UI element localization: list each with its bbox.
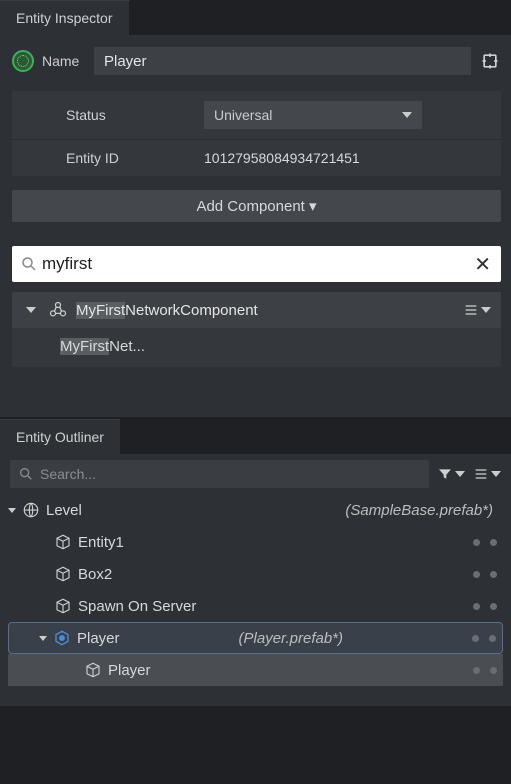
prefab-label: (Player.prefab*) bbox=[239, 630, 344, 647]
tree-item-label: Entity1 bbox=[78, 534, 124, 551]
status-value: Universal bbox=[214, 107, 272, 123]
entity-id-label: Entity ID bbox=[66, 150, 204, 166]
chevron-down-icon bbox=[26, 307, 36, 313]
outliner-menu-button[interactable] bbox=[473, 466, 501, 482]
add-component-button[interactable]: Add Component ▾ bbox=[12, 190, 501, 222]
component-search-input[interactable] bbox=[38, 254, 472, 274]
cube-icon bbox=[84, 661, 102, 679]
filter-button[interactable] bbox=[437, 466, 465, 482]
component-group: MyFirstNetworkComponent MyFirstNet... bbox=[12, 292, 501, 367]
outliner-search-input[interactable] bbox=[34, 466, 421, 482]
cube-icon bbox=[54, 533, 72, 551]
component-category-icon bbox=[48, 300, 68, 320]
cube-icon bbox=[54, 597, 72, 615]
status-label: Status bbox=[66, 107, 204, 123]
component-item[interactable]: MyFirstNet... bbox=[12, 328, 501, 367]
tree-item-label: Box2 bbox=[78, 566, 112, 583]
entity-id-value: 10127958084934721451 bbox=[204, 150, 483, 166]
tree-row[interactable]: Box2 bbox=[8, 558, 503, 590]
clear-search-button[interactable]: ✕ bbox=[472, 252, 493, 277]
globe-icon bbox=[22, 501, 40, 519]
component-group-menu-button[interactable] bbox=[463, 302, 491, 318]
chevron-down-icon[interactable] bbox=[8, 508, 16, 513]
component-group-header[interactable]: MyFirstNetworkComponent bbox=[12, 292, 501, 328]
chevron-down-icon bbox=[481, 307, 491, 313]
transform-icon[interactable] bbox=[479, 50, 501, 72]
entity-name-input[interactable] bbox=[94, 47, 471, 75]
name-label: Name bbox=[42, 53, 86, 69]
entity-properties: Status Universal Entity ID 1012795808493… bbox=[12, 91, 501, 176]
status-dropdown[interactable]: Universal bbox=[204, 101, 422, 129]
tree-row[interactable]: Level (SampleBase.prefab*) bbox=[8, 494, 503, 526]
outliner-search[interactable] bbox=[10, 460, 429, 488]
inspector-tab[interactable]: Entity Inspector bbox=[0, 0, 130, 35]
visibility-dots[interactable] bbox=[472, 635, 502, 642]
chevron-down-icon[interactable] bbox=[39, 636, 47, 641]
component-group-title: MyFirstNetworkComponent bbox=[76, 302, 455, 319]
tree-item-label: Level bbox=[46, 502, 82, 519]
entity-type-icon bbox=[12, 50, 34, 72]
tree-item-label: Player bbox=[77, 630, 120, 647]
tree-row[interactable]: Spawn On Server bbox=[8, 590, 503, 622]
chevron-down-icon bbox=[491, 471, 501, 477]
visibility-dots[interactable] bbox=[473, 571, 503, 578]
chevron-down-icon bbox=[402, 112, 412, 118]
search-icon bbox=[18, 466, 34, 482]
tree-row[interactable]: Entity1 bbox=[8, 526, 503, 558]
tree-item-label: Player bbox=[108, 662, 151, 679]
hex-icon bbox=[53, 629, 71, 647]
chevron-down-icon bbox=[455, 471, 465, 477]
tree-row[interactable]: Player (Player.prefab*) bbox=[8, 622, 503, 654]
tree-row[interactable]: Player bbox=[8, 654, 503, 686]
visibility-dots[interactable] bbox=[473, 539, 503, 546]
visibility-dots[interactable] bbox=[473, 667, 503, 674]
tree-item-label: Spawn On Server bbox=[78, 598, 196, 615]
component-search[interactable]: ✕ bbox=[12, 246, 501, 282]
search-icon bbox=[20, 255, 38, 273]
cube-icon bbox=[54, 565, 72, 583]
outliner-tab[interactable]: Entity Outliner bbox=[0, 419, 121, 454]
prefab-label: (SampleBase.prefab*) bbox=[345, 502, 493, 519]
visibility-dots[interactable] bbox=[473, 603, 503, 610]
